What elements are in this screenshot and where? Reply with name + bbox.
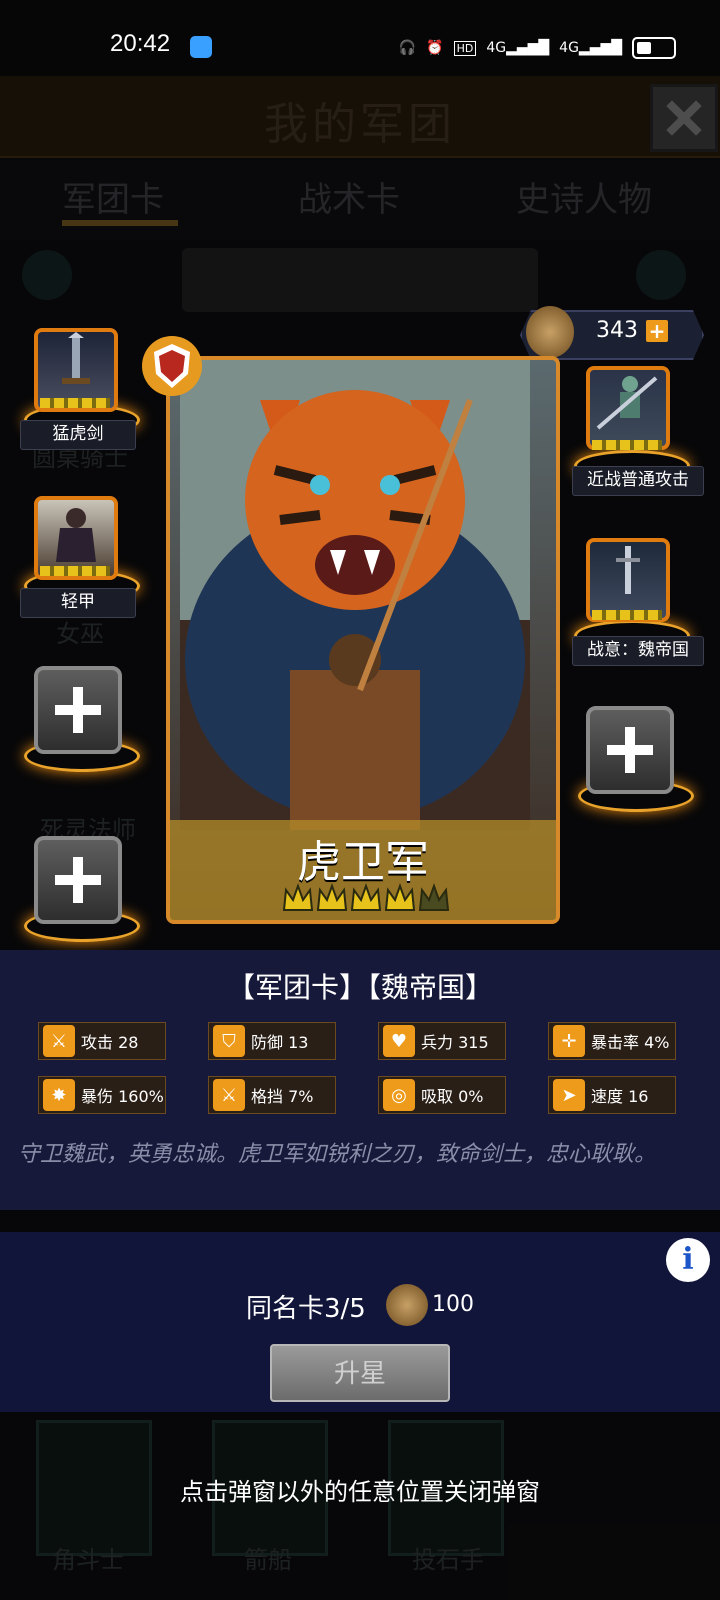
crown-filled-icon — [350, 882, 382, 914]
duplicate-count: 同名卡3/5 — [246, 1294, 366, 1324]
status-icons: 🎧 ⏰ HD 4G▂▄▆█ 4G▂▄▆█ — [399, 34, 676, 62]
slot-label: 近战普通攻击 — [572, 466, 704, 496]
slot-stars — [40, 398, 110, 408]
slot-label: 轻甲 — [20, 588, 136, 618]
sword-icon — [62, 332, 90, 384]
crown-empty-icon — [418, 882, 450, 914]
crown-filled-icon — [282, 882, 314, 914]
stat-lifesteal: ◎ 吸取 0% — [378, 1076, 506, 1114]
hd-icon: HD — [453, 40, 477, 56]
currency-value: 343 — [596, 318, 638, 343]
app-notification-icon — [190, 36, 212, 58]
signal-4g-icon: 4G▂▄▆█ — [559, 40, 622, 56]
upgrade-cost: 100 — [432, 1292, 474, 1317]
stat-crit-rate: ✛ 暴击率 4% — [548, 1022, 676, 1060]
slot-stars — [40, 566, 110, 576]
battery-icon — [632, 37, 676, 59]
emblem-icon — [526, 306, 574, 358]
info-button[interactable]: i — [666, 1238, 710, 1282]
alarm-icon: ⏰ — [426, 40, 444, 56]
burst-icon: ✸ — [43, 1079, 75, 1111]
card-lore: 守卫魏武，英勇忠诚。虎卫军如锐利之刃，致命剑士，忠心耿耿。 — [18, 1142, 657, 1167]
shield-icon: ⛉ — [213, 1025, 245, 1057]
crosshair-icon: ✛ — [553, 1025, 585, 1057]
signal-4g-icon: 4G▂▄▆█ — [486, 40, 550, 56]
add-slot-button[interactable] — [586, 706, 674, 794]
stat-attack: ⚔ 攻击 28 — [38, 1022, 166, 1060]
boot-icon: ➤ — [553, 1079, 585, 1111]
status-time: 20:42 — [110, 30, 171, 57]
star-up-button[interactable]: 升星 — [270, 1344, 450, 1402]
crown-filled-icon — [384, 882, 416, 914]
stat-block: ⚔ 格挡 7% — [208, 1076, 336, 1114]
stat-crit-damage: ✸ 暴伤 160% — [38, 1076, 166, 1114]
armor-icon — [56, 508, 96, 562]
sword-icon — [616, 546, 640, 594]
parry-icon: ⚔ — [213, 1079, 245, 1111]
tiger-warrior-art — [180, 360, 530, 830]
slot-stars — [592, 440, 662, 450]
slot-label: 战意：魏帝国 — [572, 636, 704, 666]
add-currency-button[interactable]: + — [646, 320, 668, 342]
equip-slot-attack[interactable] — [586, 366, 670, 450]
sword-icon: ⚔ — [43, 1025, 75, 1057]
slot-label: 猛虎剑 — [20, 420, 136, 450]
stat-troops: ♥ 兵力 315 — [378, 1022, 506, 1060]
heart-icon: ♥ — [383, 1025, 415, 1057]
card-stars — [282, 882, 452, 914]
card-category-title: 【军团卡】【魏帝国】 — [226, 971, 493, 1004]
add-slot-button[interactable] — [34, 666, 122, 754]
stat-defense: ⛉ 防御 13 — [208, 1022, 336, 1060]
crown-filled-icon — [316, 882, 348, 914]
emblem-icon — [386, 1284, 428, 1326]
headphone-icon: 🎧 — [398, 40, 417, 56]
shield-rank-badge-icon — [142, 336, 202, 396]
knight-icon — [596, 376, 658, 430]
close-hint: 点击弹窗以外的任意位置关闭弹窗 — [180, 1478, 540, 1506]
card-name: 虎卫军 — [297, 837, 429, 888]
slot-stars — [592, 610, 662, 620]
drain-icon: ◎ — [383, 1079, 415, 1111]
stat-speed: ➤ 速度 16 — [548, 1076, 676, 1114]
add-slot-button[interactable] — [34, 836, 122, 924]
